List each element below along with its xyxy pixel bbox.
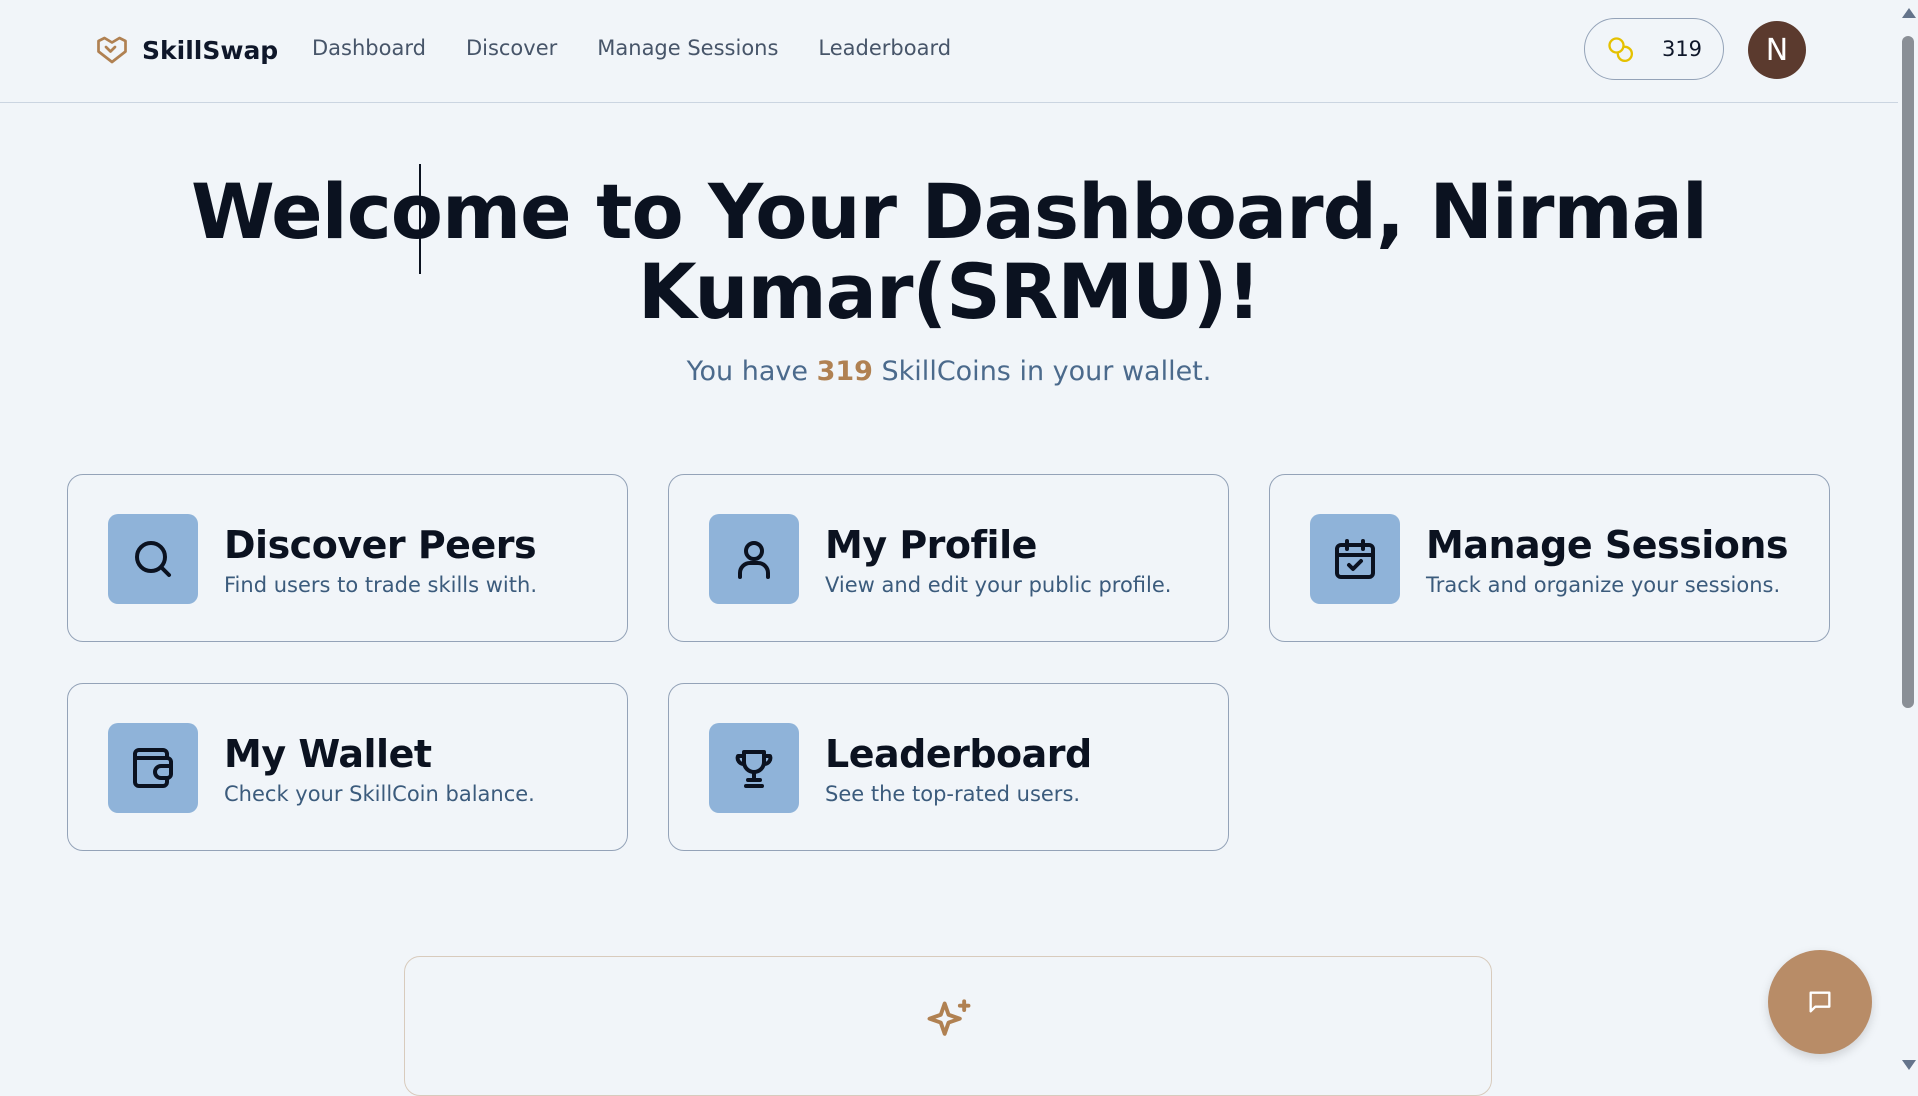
card-title: My Profile (825, 523, 1037, 567)
card-title: Discover Peers (224, 523, 537, 567)
coins-icon (1608, 37, 1633, 62)
calendar-check-icon (1335, 539, 1375, 579)
text-caret (419, 164, 421, 274)
wallet-icon (133, 748, 173, 788)
skillcoin-balance-pill[interactable]: 319 (1584, 18, 1724, 80)
card-description: See the top-rated users. (825, 782, 1081, 806)
card-icon-tile (1310, 514, 1400, 604)
card-icon-tile (108, 514, 198, 604)
card-description: Check your SkillCoin balance. (224, 782, 535, 806)
sparkles-icon (927, 999, 971, 1036)
chat-button[interactable] (1768, 950, 1872, 1054)
user-avatar[interactable]: N (1748, 21, 1806, 79)
handshake-icon (97, 36, 127, 64)
scroll-up-arrow-icon[interactable] (1902, 8, 1916, 18)
card-icon-tile (709, 723, 799, 813)
nav-discover[interactable]: Discover (466, 36, 557, 60)
card-title: Leaderboard (825, 732, 1092, 776)
wallet-summary-suffix: SkillCoins in your wallet. (872, 356, 1212, 387)
user-icon (738, 541, 770, 579)
page-scrollbar[interactable] (1898, 0, 1918, 1078)
chat-icon (1809, 991, 1831, 1013)
card-icon-tile (709, 514, 799, 604)
nav-manage-sessions[interactable]: Manage Sessions (597, 36, 778, 60)
card-description: View and edit your public profile. (825, 573, 1172, 597)
main-nav: Dashboard Discover Manage Sessions Leade… (312, 36, 951, 60)
card-description: Find users to trade skills with. (224, 573, 537, 597)
card-title: Manage Sessions (1426, 523, 1789, 567)
nav-dashboard[interactable]: Dashboard (312, 36, 426, 60)
feature-panel (404, 956, 1492, 1096)
card-description: Track and organize your sessions. (1426, 573, 1781, 597)
wallet-summary-prefix: You have (686, 356, 817, 387)
card-title: My Wallet (224, 732, 432, 776)
scroll-down-arrow-icon[interactable] (1902, 1060, 1916, 1070)
wallet-summary-coins: 319 (816, 356, 873, 387)
brand-name: SkillSwap (142, 35, 279, 65)
card-leaderboard[interactable]: Leaderboard See the top-rated users. (668, 683, 1229, 851)
card-icon-tile (108, 723, 198, 813)
wallet-summary: You have 319 SkillCoins in your wallet. (0, 356, 1898, 387)
trophy-icon (735, 750, 773, 788)
welcome-heading: Welcome to Your Dashboard, Nirmal Kumar(… (191, 167, 1708, 336)
top-navbar: SkillSwap Dashboard Discover Manage Sess… (0, 0, 1898, 103)
scroll-thumb[interactable] (1902, 36, 1914, 708)
search-icon (135, 541, 171, 577)
nav-leaderboard[interactable]: Leaderboard (818, 36, 951, 60)
card-discover-peers[interactable]: Discover Peers Find users to trade skill… (67, 474, 628, 642)
brand-logo[interactable]: SkillSwap (94, 32, 278, 68)
card-my-wallet[interactable]: My Wallet Check your SkillCoin balance. (67, 683, 628, 851)
card-my-profile[interactable]: My Profile View and edit your public pro… (668, 474, 1229, 642)
card-manage-sessions[interactable]: Manage Sessions Track and organize your … (1269, 474, 1830, 642)
coin-count: 319 (1661, 37, 1703, 61)
